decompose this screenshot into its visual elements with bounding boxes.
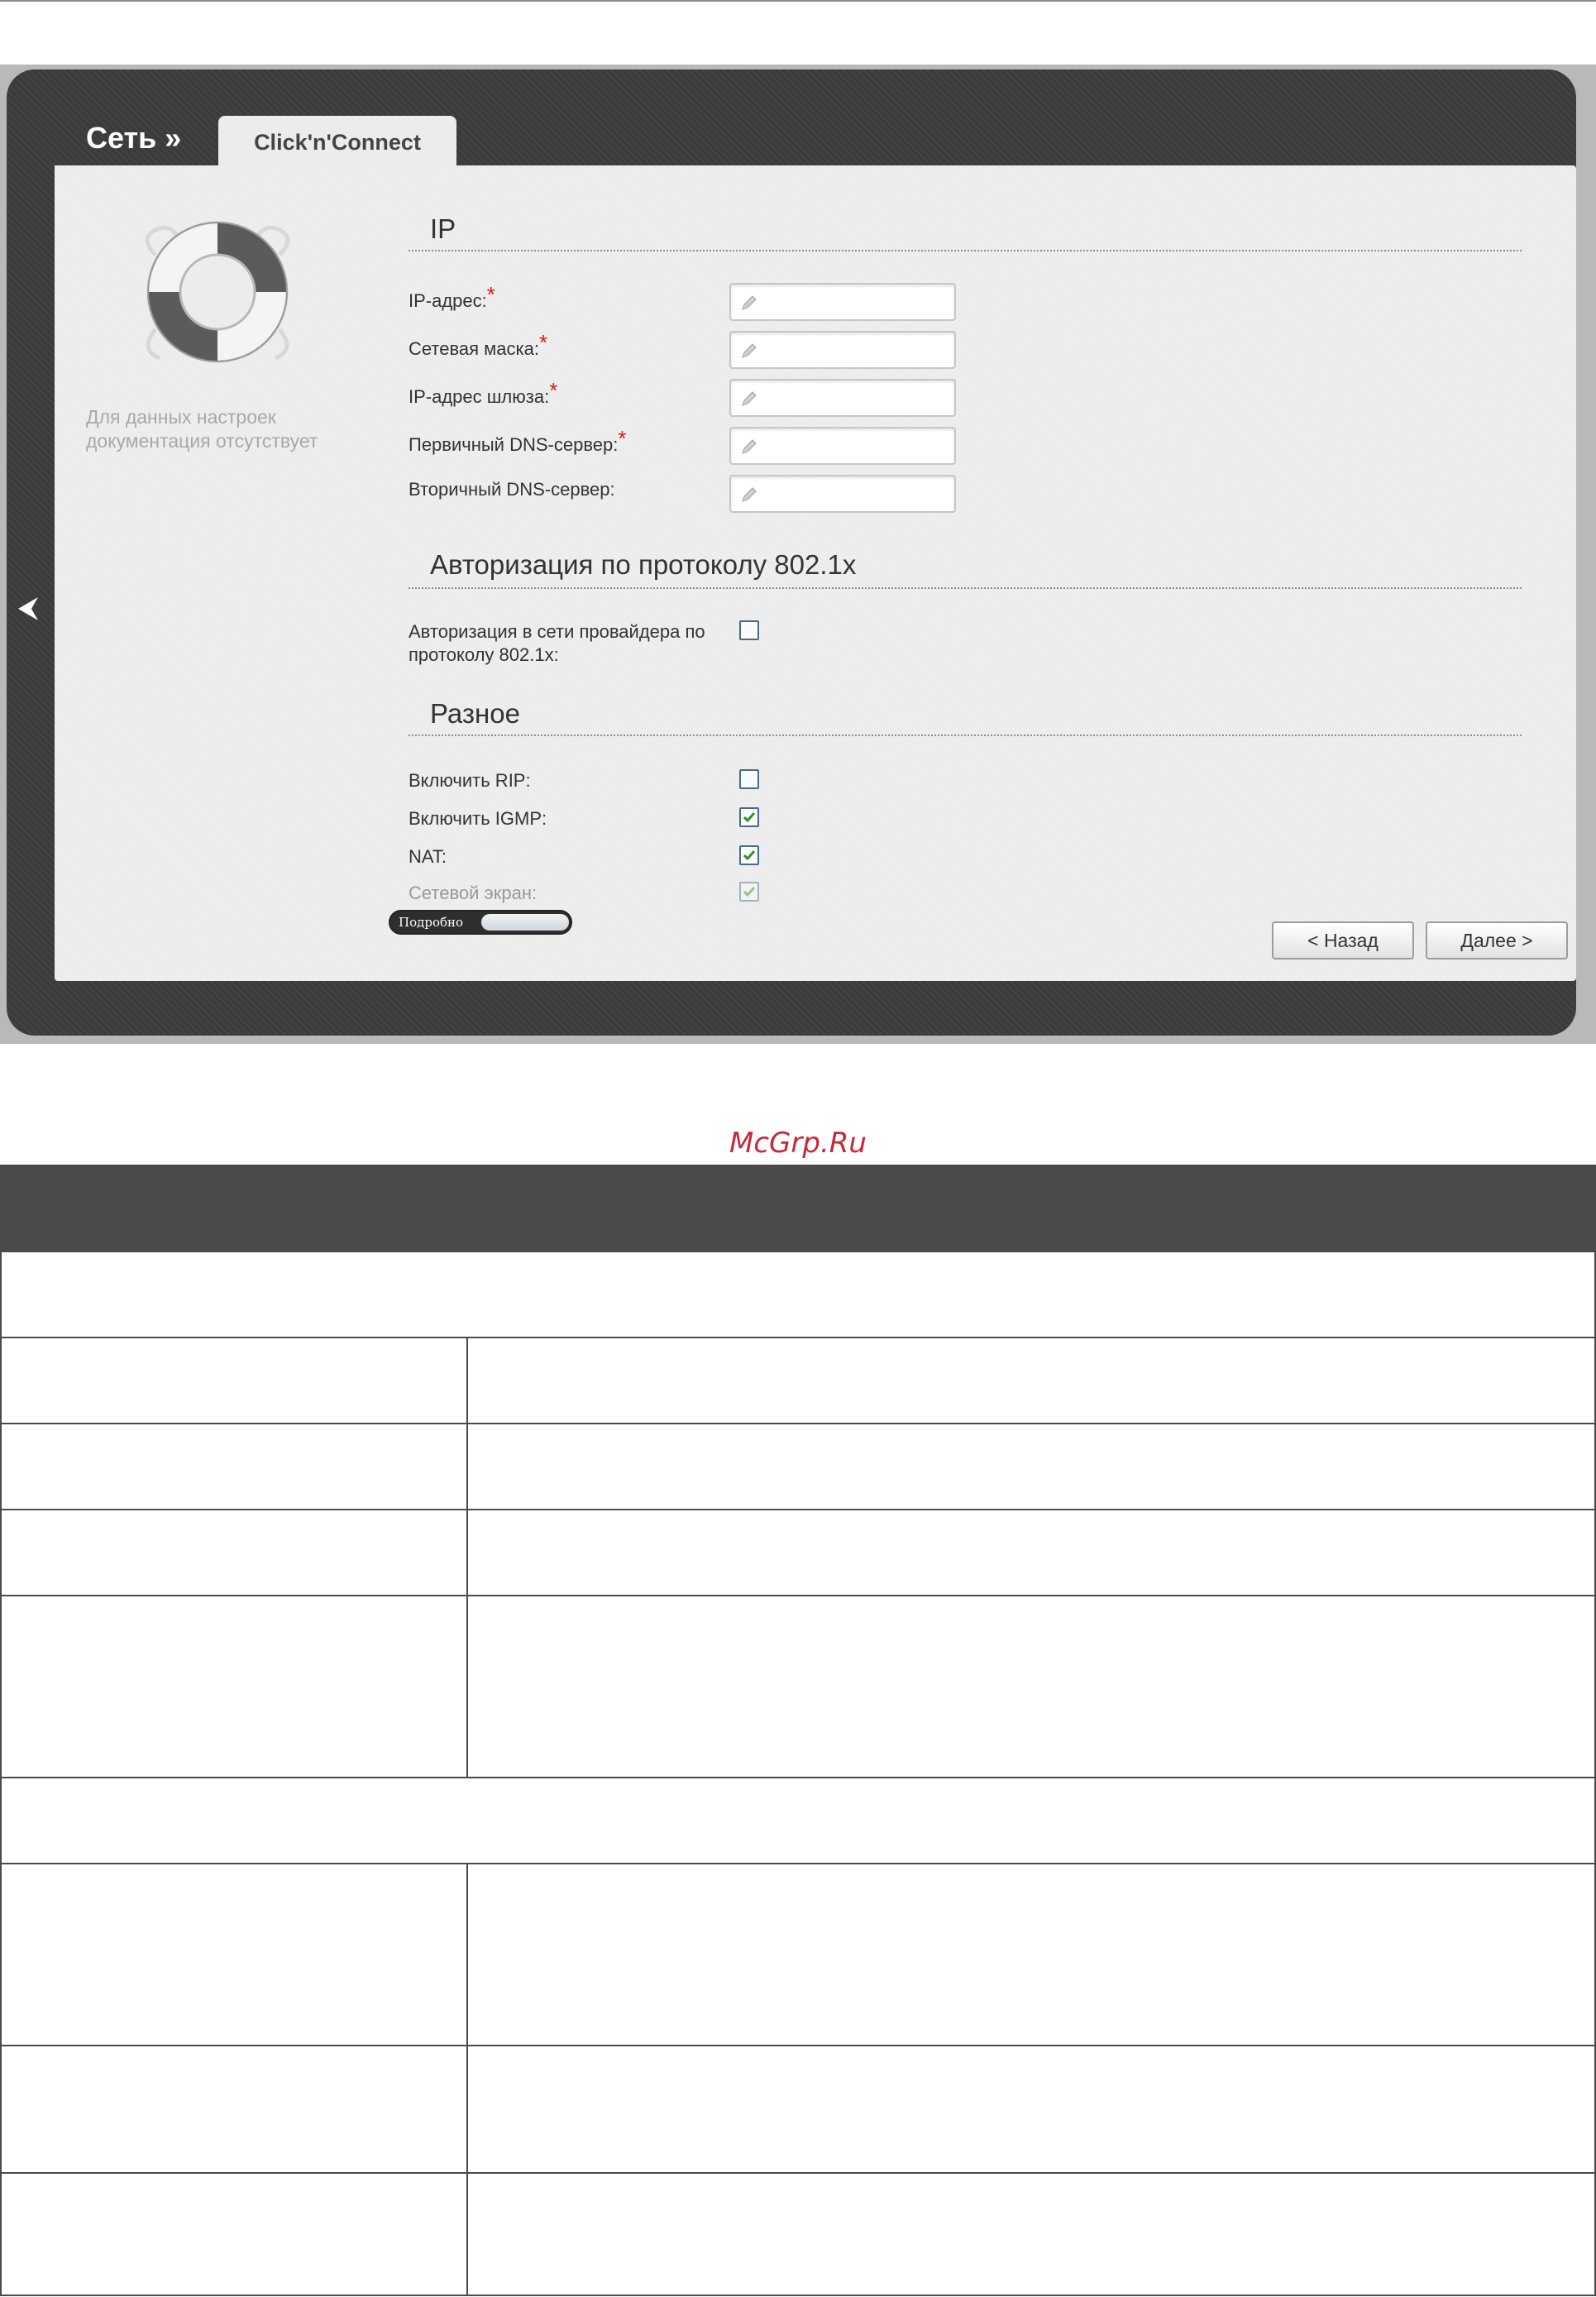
- table-cell: [0, 2172, 468, 2296]
- table-cell: [466, 1337, 1596, 1424]
- checkmark-icon: [743, 812, 756, 823]
- enable-rip-label: Включить RIP:: [409, 770, 531, 791]
- primary-dns-label: Первичный DNS-сервер:*: [409, 426, 627, 455]
- table-cell: [0, 1337, 468, 1424]
- table-cell: [0, 1863, 468, 2046]
- section-divider: [409, 587, 1522, 589]
- primary-dns-input[interactable]: [729, 427, 956, 465]
- ip-address-input[interactable]: [729, 283, 956, 321]
- secondary-dns-input[interactable]: [729, 475, 956, 513]
- section-title-ip: IP: [430, 213, 456, 244]
- gateway-ip-label: IP-адрес шлюза:*: [409, 378, 558, 407]
- auth-8021x-checkbox[interactable]: [739, 620, 759, 640]
- details-toggle-label: Подробно: [399, 915, 464, 930]
- enable-rip-checkbox[interactable]: [739, 769, 759, 789]
- table-cell: [466, 2172, 1596, 2296]
- secondary-dns-label: Вторичный DNS-сервер:: [409, 479, 615, 500]
- section-divider: [409, 250, 1522, 251]
- details-toggle[interactable]: Подробно: [389, 910, 572, 935]
- table-section-row: [0, 1777, 1596, 1864]
- checkmark-icon: [743, 850, 756, 861]
- top-rule: [0, 0, 1596, 2]
- table-cell: [0, 1423, 468, 1510]
- gateway-ip-input[interactable]: [729, 379, 956, 417]
- table-cell: [466, 1863, 1596, 2046]
- table-cell: [0, 1595, 468, 1778]
- nat-label: NAT:: [409, 846, 447, 867]
- watermark: McGrp.Ru: [729, 1127, 867, 1160]
- pencil-icon: [742, 343, 757, 358]
- section-title-8021x: Авторизация по протоколу 802.1x: [430, 549, 857, 580]
- table-cell: [466, 1595, 1596, 1778]
- subnet-mask-label: Сетевая маска:*: [409, 330, 548, 359]
- section-divider: [409, 735, 1522, 736]
- enable-igmp-checkbox[interactable]: [739, 807, 759, 827]
- pencil-icon: [742, 391, 757, 406]
- pencil-icon: [742, 439, 757, 454]
- details-toggle-track: [481, 914, 569, 931]
- enable-igmp-label: Включить IGMP:: [409, 808, 547, 829]
- table-cell: [466, 2045, 1596, 2174]
- table-cell: [0, 2045, 468, 2174]
- firewall-checkbox[interactable]: [739, 882, 759, 902]
- table-cell: [0, 1509, 468, 1596]
- tab-clicknconnect[interactable]: Click'n'Connect: [218, 116, 456, 169]
- ip-address-label: IP-адрес:*: [409, 282, 495, 311]
- breadcrumb-section[interactable]: Сеть »: [86, 121, 181, 156]
- back-arrow-icon[interactable]: [12, 592, 45, 625]
- subnet-mask-input[interactable]: [729, 331, 956, 369]
- documentation-note: Для данных настроек документация отсутст…: [86, 406, 318, 452]
- section-title-misc: Разное: [430, 698, 520, 729]
- pencil-icon: [742, 487, 757, 502]
- next-button[interactable]: Далее >: [1426, 921, 1568, 959]
- table-cell: [466, 1509, 1596, 1596]
- lifebuoy-icon: [145, 221, 290, 363]
- table-section-row: [0, 1251, 1596, 1338]
- checkmark-icon: [743, 887, 756, 897]
- back-button[interactable]: < Назад: [1272, 921, 1414, 959]
- auth-8021x-label: Авторизация в сети провайдера по протокол…: [409, 621, 705, 665]
- table-header: [0, 1165, 1596, 1252]
- pencil-icon: [742, 295, 757, 310]
- nat-checkbox[interactable]: [739, 845, 759, 865]
- table-cell: [466, 1423, 1596, 1510]
- firewall-label: Сетевой экран:: [409, 883, 538, 903]
